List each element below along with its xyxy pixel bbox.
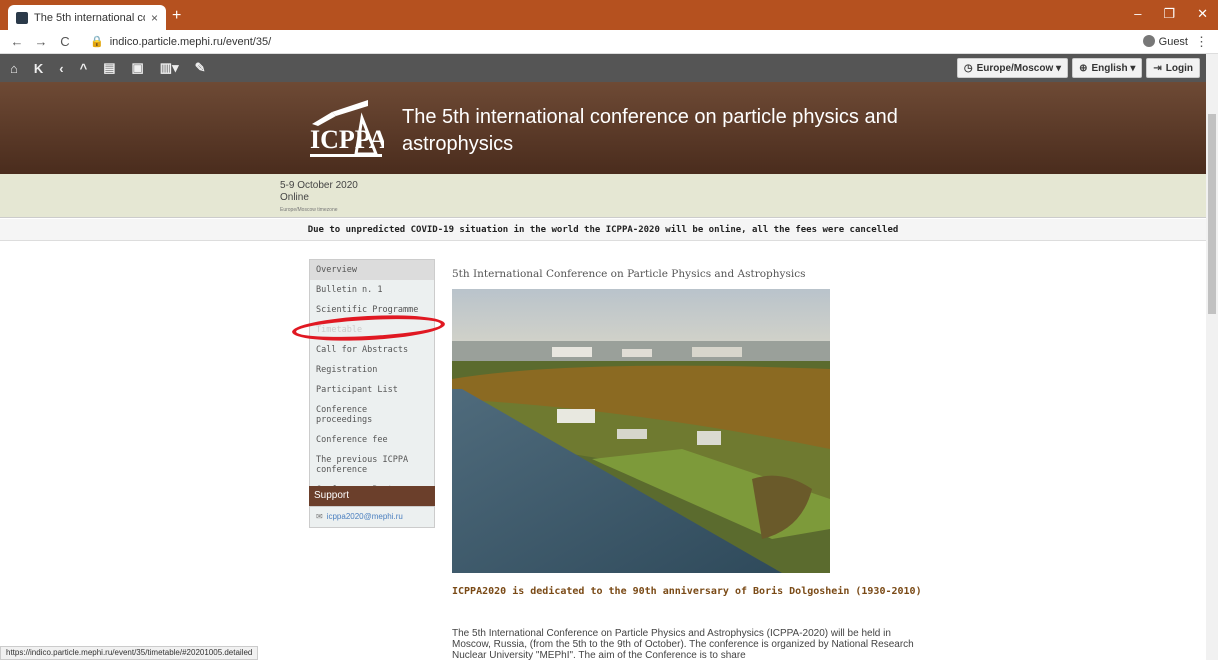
announcement-banner: Due to unpredicted COVID-19 situation in… xyxy=(0,219,1206,241)
url-field[interactable]: 🔒 indico.particle.mephi.ru/event/35/ xyxy=(90,35,271,48)
conference-header: ICPPA The 5th international conference o… xyxy=(0,82,1206,174)
aerial-photo xyxy=(452,289,830,573)
tab-close-icon[interactable]: × xyxy=(151,11,158,25)
printer-icon[interactable]: ▣ xyxy=(131,60,143,76)
reload-icon[interactable]: C xyxy=(56,34,74,49)
language-button[interactable]: ⊕ English ▾ xyxy=(1072,58,1143,78)
home-icon[interactable]: ⌂ xyxy=(10,61,18,76)
menu-item-registration[interactable]: Registration xyxy=(310,360,434,380)
minimize-icon[interactable]: – xyxy=(1134,6,1141,22)
first-icon[interactable]: K xyxy=(34,61,43,76)
new-tab-button[interactable]: + xyxy=(172,7,181,25)
intro-paragraph: The 5th International Conference on Part… xyxy=(452,628,914,661)
prev-icon[interactable]: ‹ xyxy=(59,61,63,76)
lock-icon: 🔒 xyxy=(90,36,104,48)
list-icon[interactable]: ▤ xyxy=(103,60,115,76)
address-bar: ← → C 🔒 indico.particle.mephi.ru/event/35… xyxy=(0,30,1218,54)
menu-item-overview[interactable]: Overview xyxy=(310,260,434,280)
dedication-text: ICPPA2020 is dedicated to the 90th anniv… xyxy=(452,586,922,597)
browser-tab-bar: The 5th international conference × + – ❐… xyxy=(0,0,1218,30)
language-label: English xyxy=(1091,62,1128,74)
icppa-logo: ICPPA xyxy=(310,100,384,157)
browser-tab[interactable]: The 5th international conference × xyxy=(8,5,166,30)
main-title: 5th International Conference on Particle… xyxy=(452,268,806,280)
close-window-icon[interactable]: ✕ xyxy=(1197,6,1208,22)
menu-item-bulletin[interactable]: Bulletin n. 1 xyxy=(310,280,434,300)
indico-toolbar: ⌂ K ‹ ^ ▤ ▣ ▥▾ ✎ ◷ Europe/Moscow ▾ ⊕ Engli… xyxy=(0,54,1206,82)
conference-title[interactable]: The 5th international conference on part… xyxy=(402,104,922,158)
conference-dates: 5-9 October 2020 Online Europe/Moscow ti… xyxy=(280,180,358,216)
scrollbar-thumb[interactable] xyxy=(1208,114,1216,314)
dates-text: 5-9 October 2020 xyxy=(280,180,358,191)
login-button[interactable]: ⇥ Login xyxy=(1146,58,1200,78)
menu-item-previous-conference[interactable]: The previous ICPPA conference xyxy=(310,450,434,480)
profile-icon xyxy=(1142,35,1155,47)
login-icon: ⇥ xyxy=(1153,62,1162,74)
support-header: Support xyxy=(309,486,435,506)
favicon-icon xyxy=(16,11,28,24)
page-scrollbar[interactable] xyxy=(1206,54,1218,660)
menu-item-participant-list[interactable]: Participant List xyxy=(310,380,434,400)
url-text: indico.particle.mephi.ru/event/35/ xyxy=(109,36,272,48)
maximize-icon[interactable]: ❐ xyxy=(1163,6,1175,22)
menu-item-conference-fee[interactable]: Conference fee xyxy=(310,430,434,450)
browser-menu-icon[interactable]: ⋮ xyxy=(1195,34,1208,50)
globe-icon: ⊕ xyxy=(1079,62,1088,74)
clock-icon: ◷ xyxy=(963,62,973,74)
up-icon[interactable]: ^ xyxy=(80,61,88,76)
timezone-button[interactable]: ◷ Europe/Moscow ▾ xyxy=(956,58,1069,78)
window-controls: – ❐ ✕ xyxy=(1134,6,1208,22)
layout-icon[interactable]: ▥▾ xyxy=(160,60,179,76)
support-box: ✉ icppa2020@mephi.ru xyxy=(309,506,435,528)
conference-subheader: 5-9 October 2020 Online Europe/Moscow ti… xyxy=(0,174,1206,218)
status-bar-url: https://indico.particle.mephi.ru/event/3… xyxy=(0,646,259,660)
tab-title: The 5th international conference xyxy=(34,11,145,24)
edit-icon[interactable]: ✎ xyxy=(195,60,206,76)
back-icon[interactable]: ← xyxy=(8,34,26,49)
envelope-icon: ✉ xyxy=(316,512,323,521)
profile-label: Guest xyxy=(1158,36,1188,48)
login-label: Login xyxy=(1165,62,1193,74)
menu-item-call-for-abstracts[interactable]: Call for Abstracts xyxy=(310,340,434,360)
menu-item-conference-proceedings[interactable]: Conference proceedings xyxy=(310,400,434,430)
venue-text: Online xyxy=(280,192,309,203)
timezone-label: Europe/Moscow xyxy=(976,62,1054,74)
timezone-note: Europe/Moscow timezone xyxy=(280,207,338,213)
support-email-link[interactable]: icppa2020@mephi.ru xyxy=(327,512,403,521)
forward-icon[interactable]: → xyxy=(32,34,50,49)
event-menu: Overview Bulletin n. 1 Scientific Progra… xyxy=(309,259,435,501)
profile-button[interactable]: Guest xyxy=(1142,35,1188,48)
